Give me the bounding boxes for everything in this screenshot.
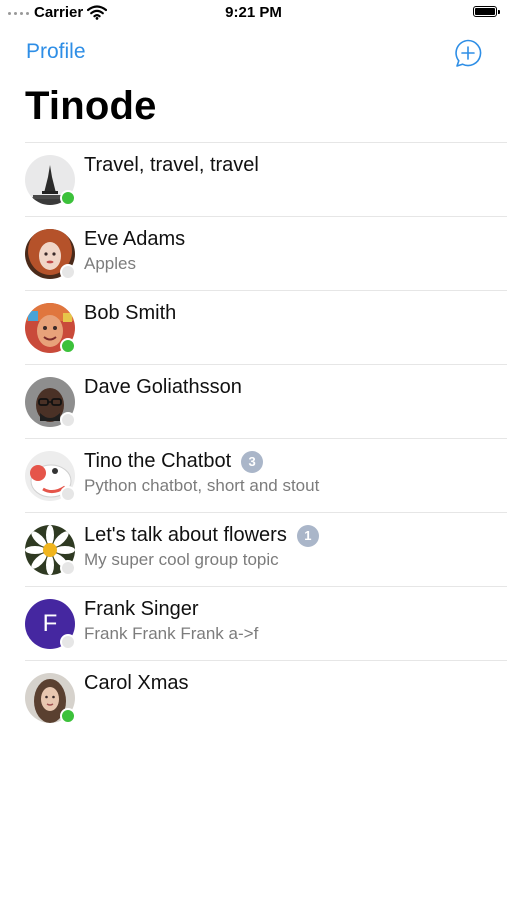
chat-subtitle: My super cool group topic — [84, 550, 279, 569]
battery-icon — [473, 6, 500, 17]
chat-row[interactable]: F Frank Singer Frank Frank Frank a->f — [25, 586, 507, 660]
chat-row[interactable]: Bob Smith — [25, 290, 507, 364]
avatar — [25, 673, 76, 724]
unread-badge: 1 — [296, 524, 319, 547]
presence-online-icon — [60, 708, 76, 724]
unread-badge: 3 — [241, 450, 264, 473]
presence-offline-icon — [60, 412, 76, 428]
chat-list: Travel, travel, travel Eve Adams Apples — [0, 142, 507, 734]
avatar — [25, 525, 76, 576]
chat-title: Tino the Chatbot — [84, 450, 232, 472]
presence-offline-icon — [60, 634, 76, 650]
chat-row[interactable]: Tino the Chatbot 3 Python chatbot, short… — [25, 438, 507, 512]
chat-title: Eve Adams — [84, 228, 186, 250]
presence-offline-icon — [60, 486, 76, 502]
avatar: F — [25, 599, 76, 650]
chat-title: Carol Xmas — [84, 672, 189, 694]
chat-subtitle: Python chatbot, short and stout — [84, 476, 320, 495]
status-bar: Carrier 9:21 PM — [0, 0, 507, 28]
presence-offline-icon — [60, 560, 76, 576]
avatar — [25, 229, 76, 280]
avatar-letter: F — [42, 610, 58, 637]
chat-row[interactable]: Carol Xmas — [25, 660, 507, 734]
avatar — [25, 303, 76, 354]
presence-online-icon — [60, 190, 76, 206]
presence-online-icon — [60, 338, 76, 354]
avatar — [25, 155, 76, 206]
chat-title: Let's talk about flowers — [84, 524, 287, 546]
page-title: Tinode — [25, 84, 157, 128]
avatar — [25, 451, 76, 502]
clock: 9:21 PM — [225, 4, 282, 21]
chat-row[interactable]: Let's talk about flowers 1 My super cool… — [25, 512, 507, 586]
profile-button[interactable]: Profile — [26, 40, 86, 64]
chat-row[interactable]: Dave Goliathsson — [25, 364, 507, 438]
chat-title: Frank Singer — [84, 598, 199, 620]
chat-title: Bob Smith — [84, 302, 177, 324]
avatar — [25, 377, 76, 428]
presence-offline-icon — [60, 264, 76, 280]
chat-row[interactable]: Travel, travel, travel — [25, 142, 507, 216]
chat-row[interactable]: Eve Adams Apples — [25, 216, 507, 290]
new-chat-icon[interactable] — [453, 38, 483, 68]
chat-title: Travel, travel, travel — [84, 154, 259, 176]
chat-subtitle: Frank Frank Frank a->f — [84, 624, 259, 643]
chat-title: Dave Goliathsson — [84, 376, 242, 398]
chat-subtitle: Apples — [84, 254, 136, 273]
